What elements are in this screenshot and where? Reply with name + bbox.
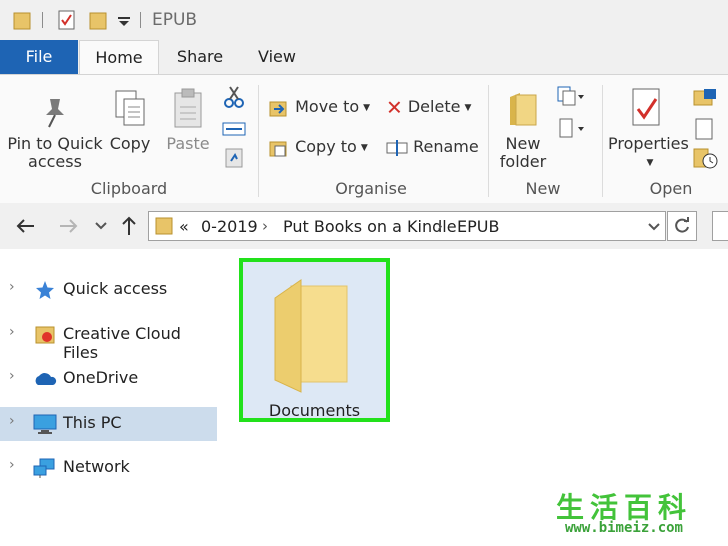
refresh-button[interactable] (667, 211, 697, 241)
new-item-icon[interactable] (556, 85, 586, 109)
copy-button[interactable]: Copy (104, 135, 156, 153)
folder-item-documents[interactable]: Documents (239, 258, 390, 422)
tab-share[interactable]: Share (166, 40, 234, 74)
easy-access-icon[interactable] (556, 117, 586, 141)
chevron-down-icon: ▼ (464, 102, 472, 113)
pin-icon (46, 99, 64, 128)
title-bar: EPUB (0, 0, 728, 40)
expand-chevron-icon[interactable]: › (9, 368, 15, 384)
expand-chevron-icon[interactable]: › (9, 324, 15, 340)
chevron-down-icon: ▼ (363, 102, 371, 113)
nav-item-creative-cloud-files[interactable]: › Creative Cloud Files (0, 318, 217, 362)
copy-icon (115, 90, 145, 126)
ribbon-tabs: File Home Share View (0, 40, 728, 76)
paste-shortcut-icon[interactable] (224, 147, 244, 169)
tab-home[interactable]: Home (79, 40, 159, 76)
nav-item-label: Quick access (63, 279, 168, 298)
copy-to-icon (269, 141, 287, 156)
breadcrumb-item[interactable]: EPUB (457, 217, 499, 236)
paste-icon (174, 88, 202, 128)
folder-label: Documents (268, 401, 361, 420)
star-icon (36, 281, 54, 299)
folder-icon[interactable] (12, 9, 34, 31)
network-icon (33, 458, 55, 478)
breadcrumb-chevron-icon[interactable]: › (437, 217, 443, 235)
organise-group-label: Organise (335, 179, 407, 198)
chevron-down-icon: ▼ (646, 157, 654, 168)
copy-path-icon[interactable] (222, 119, 246, 139)
history-icon[interactable] (692, 147, 722, 171)
group-divider (258, 85, 259, 197)
group-divider (488, 85, 489, 197)
tab-view[interactable]: View (244, 40, 310, 74)
watermark-url: www.bimeiz.com (564, 520, 683, 536)
clipboard-group-label: Clipboard (90, 179, 168, 198)
expand-chevron-icon[interactable]: › (9, 279, 15, 295)
properties-button[interactable]: Properties ▼ (608, 134, 689, 172)
edit-icon[interactable] (692, 117, 722, 141)
expand-chevron-icon[interactable]: › (9, 413, 15, 429)
delete-x-icon: ✕ (386, 95, 403, 120)
expand-chevron-icon[interactable]: › (9, 457, 15, 473)
properties-label: Properties (608, 134, 689, 153)
folder-icon (155, 217, 173, 235)
navigation-bar: « 0-2019 › Put Books on a Kindle › EPUB (0, 203, 728, 249)
address-history-chevron-icon[interactable] (647, 221, 661, 233)
toolbar-separator (42, 12, 43, 28)
copy-to-button[interactable]: Copy to ▼ (268, 135, 368, 159)
move-to-label: Move to (295, 97, 360, 116)
folder-icon (274, 279, 348, 393)
window-title: EPUB (152, 10, 198, 30)
move-to-icon (269, 101, 287, 116)
navigation-pane: › Quick access › Creative Cloud Files › … (0, 249, 222, 546)
nav-item-label: Network (63, 457, 130, 476)
back-arrow-icon[interactable] (14, 216, 38, 236)
refresh-icon (675, 217, 689, 233)
new-folder-icon (510, 93, 537, 126)
new-group-label: New (525, 179, 561, 198)
rename-label: Rename (413, 137, 479, 156)
breadcrumb-overflow[interactable]: « (179, 217, 189, 236)
paste-button[interactable]: Paste (160, 135, 216, 153)
tab-file[interactable]: File (0, 40, 78, 74)
onedrive-cloud-icon (35, 373, 57, 385)
nav-item-label: OneDrive (63, 368, 139, 387)
rename-icon (386, 139, 408, 156)
nav-item-quick-access[interactable]: › Quick access (0, 273, 217, 307)
ribbon: Pin to Quick access Copy Paste Clipboard (0, 74, 728, 204)
delete-button[interactable]: ✕ Delete ▼ (386, 95, 472, 120)
toolbar-separator (140, 12, 141, 28)
delete-label: Delete (407, 97, 461, 116)
copy-to-label: Copy to (295, 137, 357, 156)
recent-locations-chevron-icon[interactable] (94, 219, 108, 233)
rename-button[interactable]: Rename (386, 135, 479, 159)
customize-toolbar-icon[interactable] (116, 9, 132, 31)
new-folder-icon[interactable] (88, 9, 110, 31)
nav-item-this-pc[interactable]: › This PC (0, 407, 217, 441)
group-divider (602, 85, 603, 197)
move-to-button[interactable]: Move to ▼ (268, 95, 370, 119)
breadcrumb-chevron-icon[interactable]: › (262, 217, 268, 235)
open-group-label: Open (649, 179, 693, 198)
breadcrumb-item[interactable]: 0-2019 (201, 217, 258, 236)
open-icon[interactable] (692, 85, 722, 109)
cut-icon[interactable] (222, 85, 246, 109)
creative-cloud-icon (35, 326, 55, 344)
nav-item-onedrive[interactable]: › OneDrive (0, 362, 217, 396)
nav-item-network[interactable]: › Network (0, 451, 217, 485)
pin-to-quick-access-button[interactable]: Pin to Quick access (6, 135, 104, 171)
search-box[interactable] (712, 211, 728, 241)
breadcrumb-item[interactable]: Put Books on a Kindle (283, 217, 457, 236)
chevron-down-icon: ▼ (360, 142, 368, 153)
computer-icon (33, 414, 57, 434)
properties-icon (632, 88, 660, 126)
address-bar[interactable]: « 0-2019 › Put Books on a Kindle › EPUB (148, 211, 666, 241)
nav-item-label: This PC (63, 413, 122, 432)
forward-arrow-icon[interactable] (56, 216, 80, 236)
watermark: 生活百科 www.bimeiz.com (528, 486, 720, 541)
up-arrow-icon[interactable] (119, 215, 139, 237)
properties-check-icon[interactable] (56, 9, 78, 31)
new-folder-button[interactable]: New folder (494, 135, 552, 171)
nav-item-label: Creative Cloud Files (63, 324, 181, 362)
